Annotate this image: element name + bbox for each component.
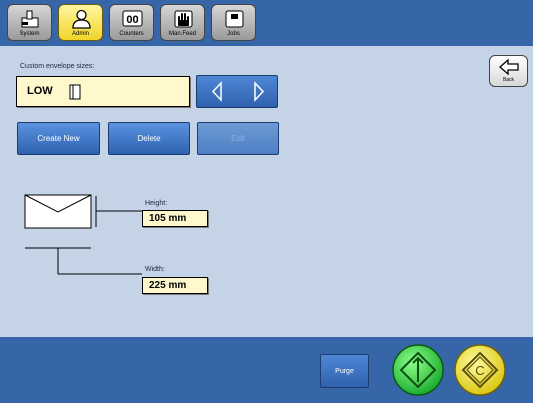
envelope-orientation-icon: [69, 84, 81, 100]
arrow-left-icon: [211, 81, 222, 102]
tab-system[interactable]: System: [7, 4, 52, 41]
jobs-icon: [225, 10, 244, 28]
height-value-field[interactable]: 105 mm: [142, 210, 208, 227]
counters-icon: 00: [122, 10, 143, 27]
selected-size-value: LOW: [27, 85, 53, 97]
start-button[interactable]: [391, 343, 445, 397]
tab-manual-feed[interactable]: Man.Feed: [160, 4, 205, 41]
svg-text:C: C: [475, 363, 484, 378]
arrow-right-icon: [254, 81, 265, 102]
next-size-button[interactable]: [237, 76, 278, 107]
tab-jobs[interactable]: Jobs: [211, 4, 256, 41]
previous-size-button[interactable]: [197, 76, 238, 107]
width-label: Width:: [145, 266, 165, 273]
admin-user-icon: [72, 9, 91, 29]
tab-label: System: [19, 31, 40, 37]
create-new-button[interactable]: Create New: [17, 122, 100, 155]
envelope-size-field[interactable]: LOW: [16, 76, 190, 107]
height-label: Height:: [145, 200, 168, 207]
size-navigation: [196, 75, 278, 108]
envelope-icon: [24, 194, 92, 229]
purge-button[interactable]: Purge: [320, 354, 369, 388]
tab-label: Admin: [71, 31, 89, 37]
svg-text:00: 00: [126, 14, 138, 26]
stop-button[interactable]: C: [453, 343, 507, 397]
tab-label: Counters: [119, 31, 144, 37]
back-button[interactable]: Back: [489, 55, 528, 87]
system-icon: [21, 10, 39, 28]
tab-label: Jobs: [227, 31, 240, 37]
width-value-field[interactable]: 225 mm: [142, 277, 208, 294]
back-arrow-icon: [499, 58, 519, 76]
top-nav-bar: System Admin 00 Counters Man.Feed Jobs: [0, 0, 533, 46]
tab-label: Man.Feed: [168, 31, 196, 37]
delete-button[interactable]: Delete: [108, 122, 190, 155]
stop-yellow-icon: C: [454, 344, 506, 396]
back-label: Back: [502, 77, 515, 83]
hand-icon: [174, 10, 193, 28]
panel-title: Custom envelope sizes:: [20, 63, 95, 70]
envelope-dimension-diagram: [24, 194, 142, 275]
tab-counters[interactable]: 00 Counters: [109, 4, 154, 41]
start-green-icon: [392, 344, 444, 396]
tab-admin[interactable]: Admin: [58, 4, 103, 41]
edit-button[interactable]: Edit: [197, 122, 279, 155]
